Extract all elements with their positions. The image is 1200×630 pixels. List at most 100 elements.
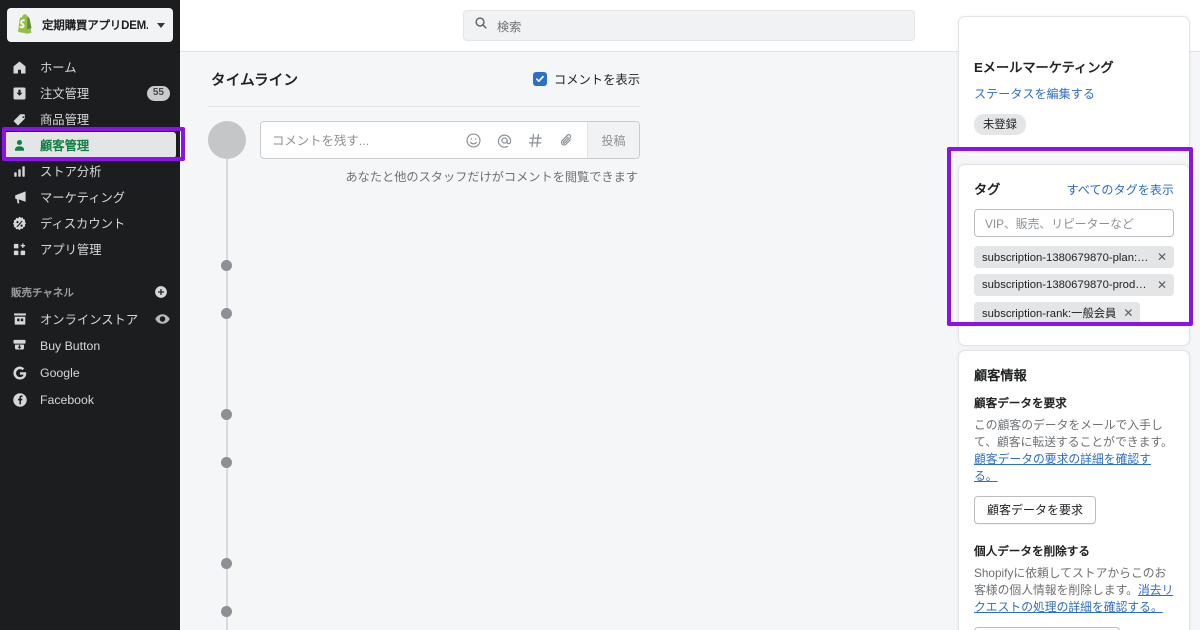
request-customer-data-button[interactable]: 顧客データを要求 [974, 496, 1097, 524]
email-marketing-card: Eメールマーケティング ステータスを編集する 未登録 [958, 16, 1190, 151]
timeline-event-dot [221, 308, 232, 319]
sidebar-item-customers[interactable]: 顧客管理 [4, 132, 176, 158]
search-icon [474, 16, 488, 35]
tag-label: subscription-1380679870-plan:【10... [982, 252, 1150, 264]
erase-data-description: Shopifyに依頼してストアからこのお客様の個人情報を削除します。消去リクエス… [974, 565, 1174, 616]
tag-label: subscription-rank:一般会員 [982, 308, 1117, 320]
orders-count-badge: 55 [146, 85, 170, 101]
sidebar-item-label: 商品管理 [40, 113, 90, 127]
sidebar-item-label: ストア分析 [40, 165, 102, 179]
tag-chip[interactable]: subscription-rank:一般会員 ✕ [974, 302, 1141, 324]
sidebar-item-home[interactable]: ホーム [0, 54, 180, 80]
sales-channels-header: 販売チャネル [0, 282, 180, 302]
tag-input[interactable]: VIP、販売、リピーターなど [974, 209, 1174, 237]
shopify-bag-icon [15, 14, 35, 36]
sidebar-item-discounts[interactable]: ディスカウント [0, 210, 180, 236]
tags-title: タグ [974, 182, 1001, 197]
tag-input-placeholder: VIP、販売、リピーターなど [985, 216, 1134, 231]
sidebar-item-label: オンラインストア [40, 312, 139, 327]
tags-card-wrapper: タグ すべてのタグを表示 VIP、販売、リピーターなど subscription… [958, 164, 1190, 358]
store-name: 定期購買アプリDEM... [42, 20, 148, 32]
chevron-down-icon[interactable] [157, 22, 165, 28]
sidebar-item-label: ホーム [40, 61, 77, 75]
tag-chip[interactable]: subscription-1380679870-plan:【10... ✕ [974, 246, 1174, 268]
plus-circle-icon[interactable] [154, 285, 168, 299]
request-data-description: この顧客のデータをメールで入手して、顧客に転送することができます。顧客データの要… [974, 417, 1174, 485]
customer-person-icon [11, 137, 28, 154]
sidebar-item-apps[interactable]: アプリ管理 [0, 236, 180, 262]
request-data-link[interactable]: 顧客データの要求の詳細を確認する。 [974, 452, 1151, 483]
mention-at-icon[interactable] [496, 132, 513, 149]
sidebar-item-orders[interactable]: 注文管理 55 [0, 80, 180, 106]
edit-status-link[interactable]: ステータスを編集する [974, 85, 1174, 102]
sidebar: 定期購買アプリDEM... ホーム 注文管理 55 商品管理 顧客管理 ストア分… [0, 0, 180, 630]
main-area: 検索 タイムライン コメントを表示 コメントを残す... 投稿 あなたと他のスタ… [180, 0, 1200, 630]
analytics-bars-icon [11, 163, 28, 180]
storefront-icon [11, 310, 28, 327]
close-x-icon[interactable]: ✕ [1157, 250, 1167, 264]
sidebar-item-label: 注文管理 [40, 87, 90, 101]
product-tag-icon [11, 111, 28, 128]
sidebar-item-label: Facebook [40, 392, 95, 407]
sidebar-item-analytics[interactable]: ストア分析 [0, 158, 180, 184]
show-comments-label: コメントを表示 [553, 73, 640, 87]
customer-info-card: 顧客情報 顧客データを要求 この顧客のデータをメールで入手して、顧客に転送するこ… [958, 350, 1190, 630]
sidebar-item-buy-button[interactable]: Buy Button [0, 333, 180, 358]
tag-label: subscription-1380679870-product:... [982, 279, 1150, 291]
sidebar-item-marketing[interactable]: マーケティング [0, 184, 180, 210]
checkmark-icon [532, 72, 547, 86]
timeline-event-dot [221, 457, 232, 468]
show-comments-checkbox[interactable]: コメントを表示 [532, 70, 640, 88]
column-spacer [660, 52, 958, 630]
home-icon [11, 59, 28, 76]
content-columns: タイムライン コメントを表示 コメントを残す... 投稿 あなたと他のスタッフだ… [180, 16, 1200, 630]
erase-section: 個人データを削除する Shopifyに依頼してストアからこのお客様の個人情報を削… [974, 543, 1174, 630]
request-data-heading: 顧客データを要求 [974, 397, 1067, 410]
sidebar-item-label: マーケティング [40, 191, 126, 205]
sidebar-item-products[interactable]: 商品管理 [0, 106, 180, 132]
comment-input-placeholder: コメントを残す... [272, 134, 370, 148]
channels-nav: オンラインストア Buy Button Google Facebook [0, 306, 180, 412]
right-column: Eメールマーケティング ステータスを編集する 未登録 タグ すべてのタグを表示 … [958, 16, 1190, 630]
main-nav: ホーム 注文管理 55 商品管理 顧客管理 ストア分析 マーケティング ディスカ… [0, 54, 180, 262]
search-input[interactable]: 検索 [463, 10, 915, 41]
search-placeholder: 検索 [497, 19, 522, 34]
sidebar-item-label: ディスカウント [40, 217, 126, 231]
timeline-section: タイムライン コメントを表示 コメントを残す... 投稿 あなたと他のスタッフだ… [180, 52, 660, 630]
buy-button-icon [11, 337, 28, 354]
tag-list: subscription-1380679870-plan:【10... ✕ su… [974, 246, 1174, 330]
sidebar-item-google[interactable]: Google [0, 360, 180, 385]
eye-icon[interactable] [155, 313, 170, 325]
comment-composer[interactable]: コメントを残す... 投稿 [260, 121, 640, 159]
tags-card: タグ すべてのタグを表示 VIP、販売、リピーターなど subscription… [958, 164, 1190, 346]
sidebar-item-label: Buy Button [40, 338, 101, 353]
hashtag-icon[interactable] [527, 132, 544, 149]
close-x-icon[interactable]: ✕ [1157, 278, 1167, 292]
close-x-icon[interactable]: ✕ [1123, 306, 1133, 320]
discount-percent-icon [11, 215, 28, 232]
attachment-paperclip-icon[interactable] [558, 132, 575, 149]
timeline-event-dot [221, 260, 232, 271]
erase-data-heading: 個人データを削除する [974, 545, 1090, 558]
megaphone-icon [11, 189, 28, 206]
timeline-header: タイムライン コメントを表示 [208, 66, 640, 92]
customer-info-wrapper: 顧客情報 顧客データを要求 この顧客のデータをメールで入手して、顧客に転送するこ… [958, 350, 1190, 630]
avatar [208, 121, 246, 159]
composer-icon-group [465, 132, 587, 149]
sidebar-item-label: Google [40, 365, 80, 380]
customer-info-title: 顧客情報 [974, 368, 1027, 383]
timeline-title: タイムライン [211, 72, 299, 89]
emoji-smiley-icon[interactable] [465, 132, 482, 149]
tags-header: タグ すべてのタグを表示 [974, 179, 1174, 198]
timeline-event-dot [221, 409, 232, 420]
facebook-f-icon [11, 391, 28, 408]
sidebar-item-facebook[interactable]: Facebook [0, 387, 180, 412]
composer-visibility-note: あなたと他のスタッフだけがコメントを閲覧できます [345, 170, 639, 184]
sidebar-item-label: 顧客管理 [40, 139, 90, 153]
sidebar-item-online-store[interactable]: オンラインストア [0, 306, 180, 331]
store-switcher[interactable]: 定期購買アプリDEM... [7, 8, 173, 42]
tag-chip[interactable]: subscription-1380679870-product:... ✕ [974, 274, 1174, 296]
timeline-event-dot [221, 606, 232, 617]
view-all-tags-link[interactable]: すべてのタグを表示 [1066, 181, 1174, 198]
post-comment-button[interactable]: 投稿 [587, 122, 639, 158]
